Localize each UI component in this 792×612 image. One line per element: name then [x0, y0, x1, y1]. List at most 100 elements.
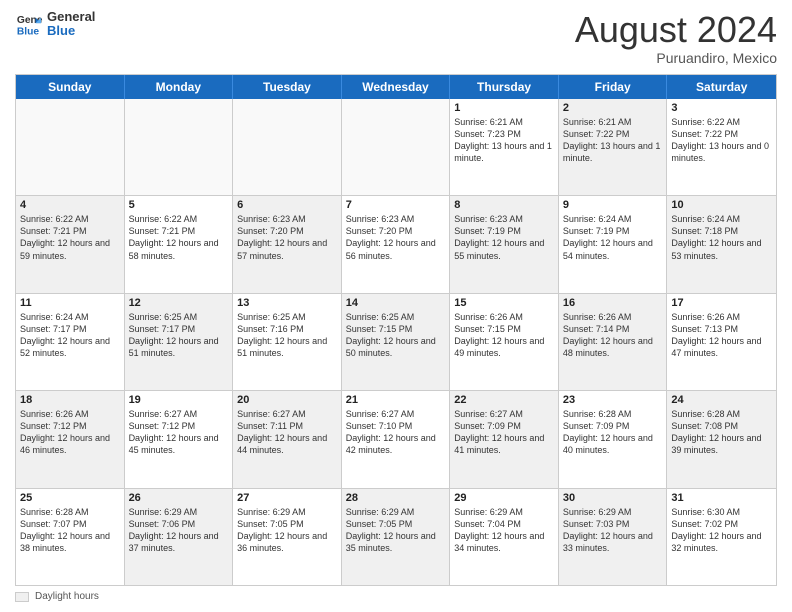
day-number: 10	[671, 199, 772, 211]
day-info: Sunrise: 6:24 AM Sunset: 7:18 PM Dayligh…	[671, 213, 772, 262]
day-cell-29: 29Sunrise: 6:29 AM Sunset: 7:04 PM Dayli…	[450, 489, 559, 585]
day-number: 18	[20, 394, 120, 406]
day-number: 25	[20, 492, 120, 504]
day-number: 17	[671, 297, 772, 309]
logo-text: General Blue	[47, 10, 95, 39]
day-info: Sunrise: 6:26 AM Sunset: 7:13 PM Dayligh…	[671, 311, 772, 360]
day-cell-19: 19 Sunrise: 6:27 AM Sunset: 7:12 PM Dayli…	[125, 391, 234, 487]
empty-cell	[233, 99, 342, 195]
header-day-sunday: Sunday	[16, 75, 125, 99]
day-cell-15: 15 Sunrise: 6:26 AM Sunset: 7:15 PM Dayli…	[450, 294, 559, 390]
day-cell-14: 14Sunrise: 6:25 AM Sunset: 7:15 PM Dayli…	[342, 294, 451, 390]
day-cell-11: 11 Sunrise: 6:24 AM Sunset: 7:17 PM Dayli…	[16, 294, 125, 390]
day-number: 15	[454, 297, 554, 309]
title-block: August 2024 Puruandiro, Mexico	[575, 10, 777, 66]
calendar-header: SundayMondayTuesdayWednesdayThursdayFrid…	[16, 75, 776, 99]
day-number: 30	[563, 492, 663, 504]
day-number: 20	[237, 394, 337, 406]
empty-cell	[16, 99, 125, 195]
day-number: 24	[671, 394, 772, 406]
day-cell-30: 30 Sunrise: 6:29 AM Sunset: 7:03 PM Dayli…	[559, 489, 668, 585]
logo: General Blue General Blue	[15, 10, 95, 39]
calendar-week-2: 4 Sunrise: 6:22 AM Sunset: 7:21 PM Daylig…	[16, 195, 776, 292]
day-number: 11	[20, 297, 120, 309]
day-number: 19	[129, 394, 229, 406]
day-cell-26: 26Sunrise: 6:29 AM Sunset: 7:06 PM Dayli…	[125, 489, 234, 585]
month-year: August 2024	[575, 10, 777, 50]
day-cell-28: 28Sunrise: 6:29 AM Sunset: 7:05 PM Dayli…	[342, 489, 451, 585]
logo-icon: General Blue	[15, 10, 43, 38]
calendar-week-4: 18 Sunrise: 6:26 AM Sunset: 7:12 PM Dayli…	[16, 390, 776, 487]
day-info: Sunrise: 6:27 AM Sunset: 7:09 PM Dayligh…	[454, 408, 554, 457]
day-cell-2: 2 Sunrise: 6:21 AM Sunset: 7:22 PM Daylig…	[559, 99, 668, 195]
day-cell-4: 4 Sunrise: 6:22 AM Sunset: 7:21 PM Daylig…	[16, 196, 125, 292]
day-cell-20: 20Sunrise: 6:27 AM Sunset: 7:11 PM Dayli…	[233, 391, 342, 487]
header-day-thursday: Thursday	[450, 75, 559, 99]
page: General Blue General Blue August 2024 Pu…	[0, 0, 792, 612]
header-day-wednesday: Wednesday	[342, 75, 451, 99]
day-cell-22: 22 Sunrise: 6:27 AM Sunset: 7:09 PM Dayli…	[450, 391, 559, 487]
day-info: Sunrise: 6:23 AM Sunset: 7:20 PM Dayligh…	[237, 213, 337, 262]
day-info: Sunrise: 6:26 AM Sunset: 7:12 PM Dayligh…	[20, 408, 120, 457]
location: Puruandiro, Mexico	[575, 50, 777, 66]
day-info: Sunrise: 6:25 AM Sunset: 7:15 PM Dayligh…	[346, 311, 446, 360]
day-cell-3: 3 Sunrise: 6:22 AM Sunset: 7:22 PM Daylig…	[667, 99, 776, 195]
day-number: 27	[237, 492, 337, 504]
day-cell-31: 31Sunrise: 6:30 AM Sunset: 7:02 PM Dayli…	[667, 489, 776, 585]
day-info: Sunrise: 6:25 AM Sunset: 7:17 PM Dayligh…	[129, 311, 229, 360]
day-cell-23: 23Sunrise: 6:28 AM Sunset: 7:09 PM Dayli…	[559, 391, 668, 487]
calendar-week-1: 1 Sunrise: 6:21 AM Sunset: 7:23 PM Daylig…	[16, 99, 776, 195]
day-info: Sunrise: 6:25 AM Sunset: 7:16 PM Dayligh…	[237, 311, 337, 360]
day-info: Sunrise: 6:29 AM Sunset: 7:05 PM Dayligh…	[346, 506, 446, 555]
day-number: 4	[20, 199, 120, 211]
day-cell-21: 21 Sunrise: 6:27 AM Sunset: 7:10 PM Dayli…	[342, 391, 451, 487]
day-number: 8	[454, 199, 554, 211]
day-cell-5: 5 Sunrise: 6:22 AM Sunset: 7:21 PM Daylig…	[125, 196, 234, 292]
day-number: 26	[129, 492, 229, 504]
day-cell-8: 8Sunrise: 6:23 AM Sunset: 7:19 PM Daylig…	[450, 196, 559, 292]
day-info: Sunrise: 6:24 AM Sunset: 7:19 PM Dayligh…	[563, 213, 663, 262]
header-day-friday: Friday	[559, 75, 668, 99]
day-info: Sunrise: 6:26 AM Sunset: 7:15 PM Dayligh…	[454, 311, 554, 360]
day-info: Sunrise: 6:29 AM Sunset: 7:03 PM Dayligh…	[563, 506, 663, 555]
day-info: Sunrise: 6:21 AM Sunset: 7:23 PM Dayligh…	[454, 116, 554, 165]
day-cell-9: 9 Sunrise: 6:24 AM Sunset: 7:19 PM Daylig…	[559, 196, 668, 292]
day-cell-12: 12 Sunrise: 6:25 AM Sunset: 7:17 PM Dayli…	[125, 294, 234, 390]
empty-cell	[125, 99, 234, 195]
day-number: 2	[563, 102, 663, 114]
day-info: Sunrise: 6:22 AM Sunset: 7:21 PM Dayligh…	[129, 213, 229, 262]
svg-text:Blue: Blue	[17, 27, 40, 38]
day-cell-16: 16 Sunrise: 6:26 AM Sunset: 7:14 PM Dayli…	[559, 294, 668, 390]
day-info: Sunrise: 6:29 AM Sunset: 7:04 PM Dayligh…	[454, 506, 554, 555]
day-number: 21	[346, 394, 446, 406]
day-info: Sunrise: 6:28 AM Sunset: 7:09 PM Dayligh…	[563, 408, 663, 457]
day-cell-1: 1 Sunrise: 6:21 AM Sunset: 7:23 PM Daylig…	[450, 99, 559, 195]
header-day-monday: Monday	[125, 75, 234, 99]
day-info: Sunrise: 6:22 AM Sunset: 7:21 PM Dayligh…	[20, 213, 120, 262]
calendar: SundayMondayTuesdayWednesdayThursdayFrid…	[15, 74, 777, 586]
day-info: Sunrise: 6:29 AM Sunset: 7:05 PM Dayligh…	[237, 506, 337, 555]
empty-cell	[342, 99, 451, 195]
day-info: Sunrise: 6:21 AM Sunset: 7:22 PM Dayligh…	[563, 116, 663, 165]
day-number: 16	[563, 297, 663, 309]
day-info: Sunrise: 6:27 AM Sunset: 7:10 PM Dayligh…	[346, 408, 446, 457]
day-info: Sunrise: 6:28 AM Sunset: 7:08 PM Dayligh…	[671, 408, 772, 457]
day-cell-27: 27 Sunrise: 6:29 AM Sunset: 7:05 PM Dayli…	[233, 489, 342, 585]
day-info: Sunrise: 6:22 AM Sunset: 7:22 PM Dayligh…	[671, 116, 772, 165]
day-number: 12	[129, 297, 229, 309]
calendar-body: 1 Sunrise: 6:21 AM Sunset: 7:23 PM Daylig…	[16, 99, 776, 585]
day-cell-6: 6Sunrise: 6:23 AM Sunset: 7:20 PM Daylig…	[233, 196, 342, 292]
header-day-saturday: Saturday	[667, 75, 776, 99]
day-number: 7	[346, 199, 446, 211]
day-number: 22	[454, 394, 554, 406]
day-number: 5	[129, 199, 229, 211]
day-number: 9	[563, 199, 663, 211]
calendar-week-5: 25Sunrise: 6:28 AM Sunset: 7:07 PM Dayli…	[16, 488, 776, 585]
day-info: Sunrise: 6:24 AM Sunset: 7:17 PM Dayligh…	[20, 311, 120, 360]
footer: Daylight hours	[15, 591, 777, 602]
day-info: Sunrise: 6:30 AM Sunset: 7:02 PM Dayligh…	[671, 506, 772, 555]
day-info: Sunrise: 6:26 AM Sunset: 7:14 PM Dayligh…	[563, 311, 663, 360]
day-number: 3	[671, 102, 772, 114]
day-number: 1	[454, 102, 554, 114]
day-info: Sunrise: 6:27 AM Sunset: 7:12 PM Dayligh…	[129, 408, 229, 457]
